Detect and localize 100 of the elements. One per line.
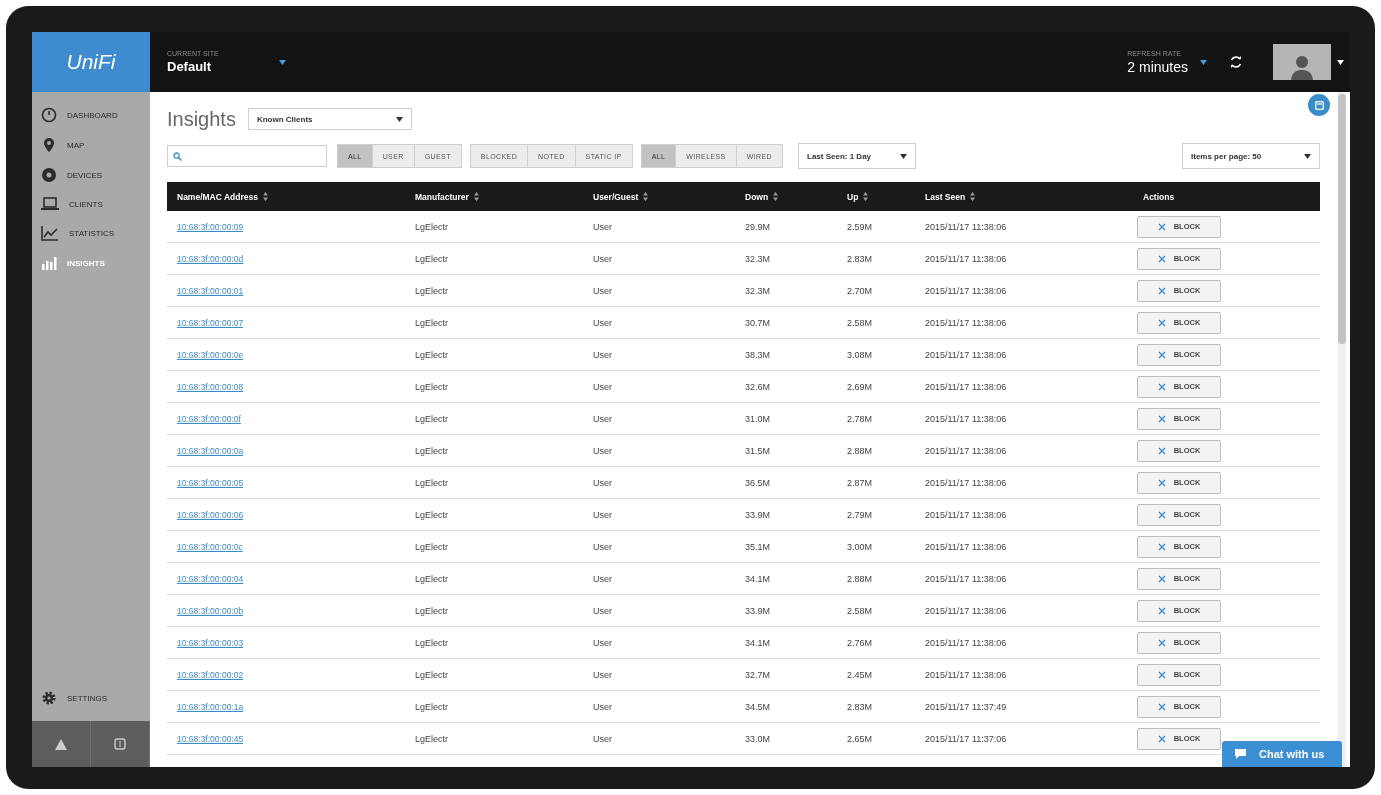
nav-item[interactable]: DEVICES — [32, 160, 150, 190]
close-icon — [1157, 222, 1166, 231]
site-selector[interactable]: Default — [167, 59, 219, 74]
mac-address-link[interactable]: 10:68:3f:00:00:02 — [177, 669, 244, 680]
table-cell-text: LgElectr — [414, 700, 449, 714]
table-cell-text: 2.83M — [846, 700, 872, 714]
table-cell-text: User — [592, 732, 612, 746]
table-cell-text: 2.59M — [846, 220, 872, 234]
mac-address-link[interactable]: 10:68:3f:00:00:0d — [177, 253, 244, 264]
table-cell-text: 2.45M — [846, 668, 872, 682]
table-cell-text: User — [592, 604, 612, 618]
sort-icon — [773, 192, 779, 201]
mac-address-link[interactable]: 10:68:3f:00:00:06 — [177, 509, 244, 520]
close-icon — [1157, 606, 1166, 615]
floating-action-button[interactable] — [1308, 94, 1330, 116]
refresh-icon[interactable] — [1229, 55, 1243, 69]
items-per-page-dropdown[interactable]: Items per page: 50 — [1182, 143, 1320, 169]
close-icon — [1157, 350, 1166, 359]
mac-address-link[interactable]: 10:68:3f:00:00:05 — [177, 477, 244, 488]
scrollbar[interactable] — [1338, 92, 1346, 767]
table-cell-text: LgElectr — [414, 284, 449, 298]
nav-item[interactable]: DASHBOARD — [32, 100, 150, 130]
column-header[interactable]: Name/MAC Address — [167, 182, 268, 211]
table-cell-text: LgElectr — [414, 636, 449, 650]
floppy-icon — [1314, 100, 1324, 110]
table-cell-text: 32.3M — [744, 252, 770, 266]
nav-item[interactable]: MAP — [32, 130, 150, 160]
sort-icon — [643, 192, 649, 201]
table-cell-text: 33.0M — [744, 732, 770, 746]
table-cell-text: 2.58M — [846, 316, 872, 330]
table-cell-text: User — [592, 412, 612, 426]
column-header[interactable]: Manufacturer — [405, 182, 479, 211]
mac-address-link[interactable]: 10:68:3f:00:00:0a — [177, 445, 244, 456]
table-cell-text: 2015/11/17 11:38:06 — [924, 636, 1007, 650]
mac-address-link[interactable]: 10:68:3f:00:00:09 — [177, 221, 244, 232]
last-seen-dropdown[interactable]: Last Seen: 1 Day — [798, 143, 916, 169]
table-cell-text: 2.87M — [846, 476, 872, 490]
mac-address-link[interactable]: 10:68:3f:00:00:08 — [177, 381, 244, 392]
sort-icon — [473, 192, 479, 201]
table-cell-text: LgElectr — [414, 412, 449, 426]
close-icon — [1157, 734, 1166, 743]
table-cell-text: 34.1M — [744, 636, 770, 650]
table-cell-text: 2015/11/17 11:38:06 — [924, 508, 1007, 522]
table-cell-text: User — [592, 476, 612, 490]
refresh-rate-selector[interactable]: 2 minutes — [1127, 58, 1188, 75]
close-icon — [1157, 318, 1166, 327]
table-cell-text: 3.08M — [846, 348, 872, 362]
sort-icon — [863, 192, 869, 201]
close-icon — [1157, 446, 1166, 455]
nav-item[interactable]: CLIENTS — [32, 190, 150, 218]
search-icon — [173, 151, 182, 161]
caret-icon — [1200, 59, 1207, 65]
table-cell-text: 31.0M — [744, 412, 770, 426]
column-header[interactable]: Last Seen — [915, 182, 976, 211]
table-cell-text: 2.78M — [846, 412, 872, 426]
table-cell-text: User — [592, 540, 612, 554]
table-cell-text: 2015/11/17 11:38:06 — [924, 284, 1007, 298]
logo: UniFi — [32, 32, 150, 92]
table-cell-text: LgElectr — [414, 668, 449, 682]
table-cell-text: 2.70M — [846, 284, 872, 298]
mac-address-link[interactable]: 10:68:3f:00:00:0e — [177, 349, 244, 360]
table-cell-text: 2.88M — [846, 444, 872, 458]
nav-item[interactable]: STATISTICS — [32, 218, 150, 248]
close-icon — [1157, 478, 1166, 487]
settings-item[interactable]: SETTINGS — [32, 683, 150, 713]
mac-address-link[interactable]: 10:68:3f:00:00:03 — [177, 637, 244, 648]
close-icon — [1157, 670, 1166, 679]
table-cell-text: 32.7M — [744, 668, 770, 682]
table-cell-text: 2015/11/17 11:38:06 — [924, 412, 1007, 426]
mac-address-link[interactable]: 10:68:3f:00:00:0f — [177, 413, 241, 424]
avatar-placeholder[interactable] — [1273, 44, 1331, 80]
caret-icon — [1337, 59, 1344, 65]
table-cell-text: 2015/11/17 11:38:06 — [924, 220, 1007, 234]
mac-address-link[interactable]: 10:68:3f:00:00:45 — [177, 733, 244, 744]
table-cell-text: 38.3M — [744, 348, 770, 362]
bar-chart-icon — [41, 255, 57, 271]
table-cell-text: 2015/11/17 11:38:06 — [924, 540, 1007, 554]
caret-icon — [1304, 153, 1311, 159]
close-icon — [1157, 702, 1166, 711]
table-cell-text: 2.83M — [846, 252, 872, 266]
close-icon — [1157, 638, 1166, 647]
caret-icon — [900, 153, 907, 159]
column-header[interactable]: Down — [735, 182, 779, 211]
mac-address-link[interactable]: 10:68:3f:00:00:0c — [177, 541, 243, 552]
mac-address-link[interactable]: 10:68:3f:00:00:0b — [177, 605, 244, 616]
search-field[interactable] — [167, 145, 327, 167]
table-cell-text: User — [592, 444, 612, 458]
table-cell-text: User — [592, 220, 612, 234]
view-dropdown[interactable]: Known Clients — [247, 108, 412, 130]
table-cell-text: 3.00M — [846, 540, 872, 554]
mac-address-link[interactable]: 10:68:3f:00:00:1a — [177, 701, 244, 712]
table-cell-text: 2015/11/17 11:38:06 — [924, 316, 1007, 330]
column-header[interactable]: User/Guest — [583, 182, 649, 211]
table-cell-text: User — [592, 636, 612, 650]
table-cell-text: LgElectr — [414, 220, 449, 234]
mac-address-link[interactable]: 10:68:3f:00:00:07 — [177, 317, 244, 328]
table-cell-text: 2015/11/17 11:38:06 — [924, 380, 1007, 394]
mac-address-link[interactable]: 10:68:3f:00:00:01 — [177, 285, 244, 296]
column-header[interactable]: Up — [837, 182, 869, 211]
mac-address-link[interactable]: 10:68:3f:00:00:04 — [177, 573, 244, 584]
